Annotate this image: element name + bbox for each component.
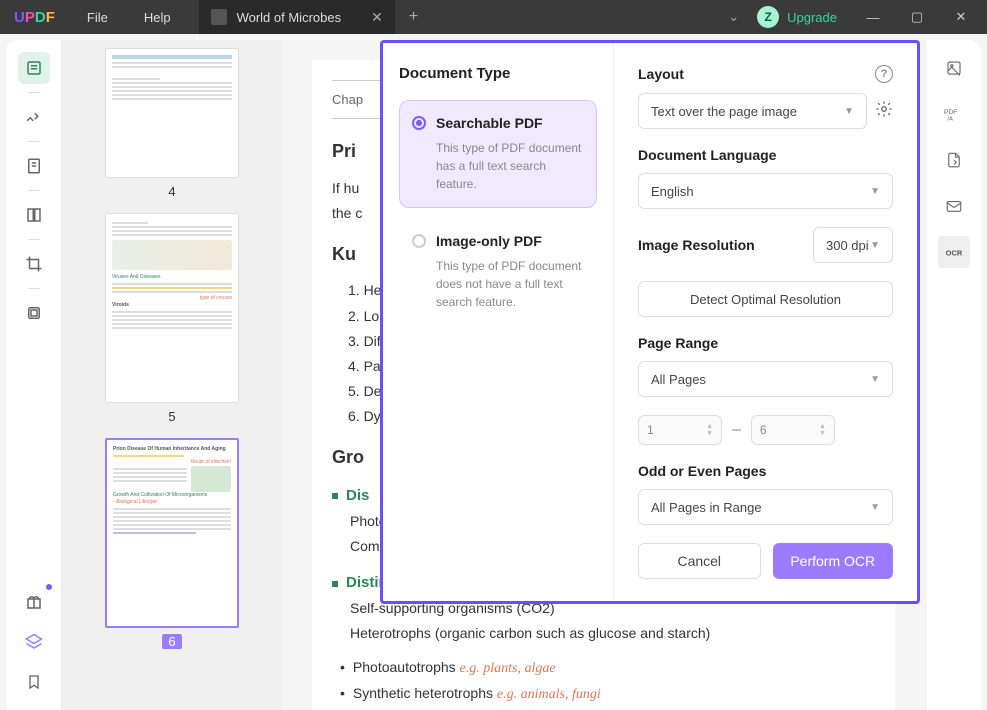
thumbnail-panel: 4 Viruses And Diseases type of viruses V…: [62, 40, 282, 710]
organize-tool[interactable]: [18, 199, 50, 231]
tabs-dropdown-icon[interactable]: ⌄: [718, 9, 749, 25]
radio-icon: [412, 234, 426, 248]
cancel-button[interactable]: Cancel: [638, 543, 761, 579]
export-file-button[interactable]: [938, 144, 970, 176]
tab-close-button[interactable]: ✕: [371, 9, 383, 26]
perform-ocr-button[interactable]: Perform OCR: [773, 543, 894, 579]
page-range-label: Page Range: [638, 335, 893, 351]
odd-even-label: Odd or Even Pages: [638, 463, 893, 479]
svg-text:OCR: OCR: [945, 248, 962, 257]
minimize-button[interactable]: —: [855, 0, 891, 34]
layout-label: Layout: [638, 66, 684, 82]
option-title: Searchable PDF: [436, 115, 543, 131]
close-button[interactable]: ✕: [943, 0, 979, 34]
doctype-searchable-option[interactable]: Searchable PDF This type of PDF document…: [399, 100, 597, 208]
maximize-button[interactable]: ▢: [899, 0, 935, 34]
annotation: e.g. plants, algae: [460, 661, 556, 676]
range-from-input[interactable]: 1 ▲▼: [638, 415, 722, 445]
option-title: Image-only PDF: [436, 233, 542, 249]
svg-text:PDF: PDF: [944, 109, 957, 116]
range-to-input[interactable]: 6 ▲▼: [751, 415, 835, 445]
gear-icon[interactable]: [875, 100, 893, 123]
form-tool[interactable]: [18, 297, 50, 329]
crop-tool[interactable]: [18, 248, 50, 280]
document-tab[interactable]: World of Microbes ✕: [199, 0, 395, 34]
user-avatar[interactable]: Z: [757, 6, 779, 28]
help-icon[interactable]: ?: [875, 65, 893, 83]
new-tab-button[interactable]: +: [409, 8, 418, 26]
language-label: Document Language: [638, 147, 893, 163]
resolution-label: Image Resolution: [638, 237, 803, 253]
ocr-dialog: Document Type Searchable PDF This type o…: [380, 40, 920, 604]
export-image-button[interactable]: [938, 52, 970, 84]
export-pdfa-button[interactable]: PDF/A: [938, 98, 970, 130]
email-button[interactable]: [938, 190, 970, 222]
radio-icon: [412, 116, 426, 130]
bookmark-button[interactable]: [18, 666, 50, 698]
doctype-heading: Document Type: [399, 65, 597, 82]
app-logo: UPDF: [0, 9, 69, 26]
gift-button[interactable]: [18, 586, 50, 618]
right-toolbar: PDF/A OCR: [925, 40, 981, 710]
list-item: Synthetic heterotrophs: [353, 685, 493, 701]
list-item: Heterotrophs (organic carbon such as glu…: [350, 621, 875, 646]
notification-dot: [46, 584, 52, 590]
list-item: Photoautotrophs: [353, 659, 456, 675]
menu-file[interactable]: File: [69, 10, 126, 25]
range-separator: –: [732, 421, 741, 439]
titlebar: UPDF File Help World of Microbes ✕ + ⌄ Z…: [0, 0, 987, 34]
tab-title: World of Microbes: [237, 10, 342, 25]
odd-even-select[interactable]: All Pages in Range▼: [638, 489, 893, 525]
chapter-label: Chap: [332, 92, 363, 107]
page-range-select[interactable]: All Pages▼: [638, 361, 893, 397]
left-toolbar: [6, 40, 62, 710]
option-description: This type of PDF document has a full tex…: [412, 139, 584, 193]
ocr-button[interactable]: OCR: [938, 236, 970, 268]
doctype-imageonly-option[interactable]: Image-only PDF This type of PDF document…: [399, 218, 597, 326]
page-thumbnail[interactable]: [105, 48, 239, 178]
comment-tool[interactable]: [18, 101, 50, 133]
detect-resolution-button[interactable]: Detect Optimal Resolution: [638, 281, 893, 317]
option-description: This type of PDF document does not have …: [412, 257, 584, 311]
upgrade-link[interactable]: Upgrade: [787, 10, 837, 25]
resolution-select[interactable]: 300 dpi▼: [813, 227, 893, 263]
page-thumbnail-current[interactable]: Prion Disease Of Human Inheritance And A…: [105, 438, 239, 628]
layers-button[interactable]: [18, 626, 50, 658]
language-select[interactable]: English▼: [638, 173, 893, 209]
annotation: e.g. animals, fungi: [497, 687, 601, 702]
svg-text:/A: /A: [947, 117, 953, 123]
tab-favicon: [211, 9, 227, 25]
layout-select[interactable]: Text over the page image▼: [638, 93, 867, 129]
thumbnail-label-current: 6: [162, 634, 182, 649]
edit-tool[interactable]: [18, 150, 50, 182]
page-thumbnail[interactable]: Viruses And Diseases type of viruses Vir…: [105, 213, 239, 403]
reader-tool[interactable]: [18, 52, 50, 84]
thumbnail-label: 4: [82, 184, 262, 199]
menu-help[interactable]: Help: [126, 10, 189, 25]
thumbnail-label: 5: [82, 409, 262, 424]
subheading: Dis: [346, 487, 369, 504]
